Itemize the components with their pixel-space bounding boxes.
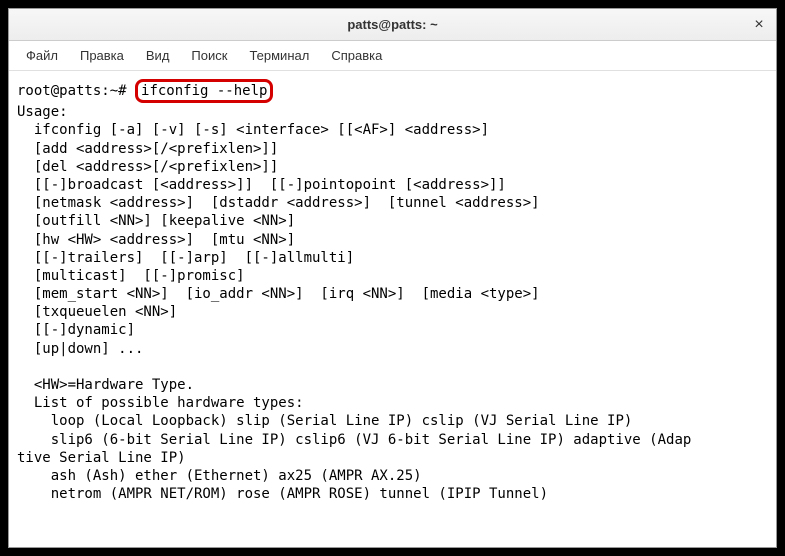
output-line: Usage: — [17, 104, 68, 120]
output-line: ash (Ash) ether (Ethernet) ax25 (AMPR AX… — [17, 468, 422, 484]
output-line: [up|down] ... — [17, 341, 143, 357]
output-line: [mem_start <NN>] [io_addr <NN>] [irq <NN… — [17, 286, 540, 302]
output-line: [[-]broadcast [<address>]] [[-]pointopoi… — [17, 177, 506, 193]
menu-search[interactable]: Поиск — [182, 44, 236, 67]
output-line: [multicast] [[-]promisc] — [17, 268, 245, 284]
output-line: [del <address>[/<prefixlen>]] — [17, 159, 278, 175]
output-line: [txqueuelen <NN>] — [17, 304, 177, 320]
output-line: tive Serial Line IP) — [17, 450, 186, 466]
titlebar: patts@patts: ~ × — [9, 9, 776, 41]
menu-help[interactable]: Справка — [322, 44, 391, 67]
menubar: Файл Правка Вид Поиск Терминал Справка — [9, 41, 776, 71]
terminal-content[interactable]: root@patts:~# ifconfig --help Usage: ifc… — [9, 71, 776, 547]
prompt: root@patts:~# — [17, 83, 135, 99]
output-line: List of possible hardware types: — [17, 395, 304, 411]
output-line: [outfill <NN>] [keepalive <NN>] — [17, 213, 295, 229]
output-line: [[-]dynamic] — [17, 322, 135, 338]
menu-view[interactable]: Вид — [137, 44, 179, 67]
terminal-window: patts@patts: ~ × Файл Правка Вид Поиск Т… — [8, 8, 777, 548]
output-line: ifconfig [-a] [-v] [-s] <interface> [[<A… — [17, 122, 489, 138]
menu-terminal[interactable]: Терминал — [240, 44, 318, 67]
output-line: [[-]trailers] [[-]arp] [[-]allmulti] — [17, 250, 354, 266]
menu-file[interactable]: Файл — [17, 44, 67, 67]
output-line: [netmask <address>] [dstaddr <address>] … — [17, 195, 540, 211]
output-line: loop (Local Loopback) slip (Serial Line … — [17, 413, 632, 429]
output-line: slip6 (6-bit Serial Line IP) cslip6 (VJ … — [17, 432, 691, 448]
output-line: [hw <HW> <address>] [mtu <NN>] — [17, 232, 295, 248]
window-title: patts@patts: ~ — [347, 17, 437, 32]
command-highlight: ifconfig --help — [135, 79, 273, 103]
output-line: [add <address>[/<prefixlen>]] — [17, 141, 278, 157]
output-line: netrom (AMPR NET/ROM) rose (AMPR ROSE) t… — [17, 486, 548, 502]
command-text: ifconfig --help — [141, 83, 267, 99]
menu-edit[interactable]: Правка — [71, 44, 133, 67]
output-line: <HW>=Hardware Type. — [17, 377, 194, 393]
close-icon[interactable]: × — [750, 16, 768, 34]
